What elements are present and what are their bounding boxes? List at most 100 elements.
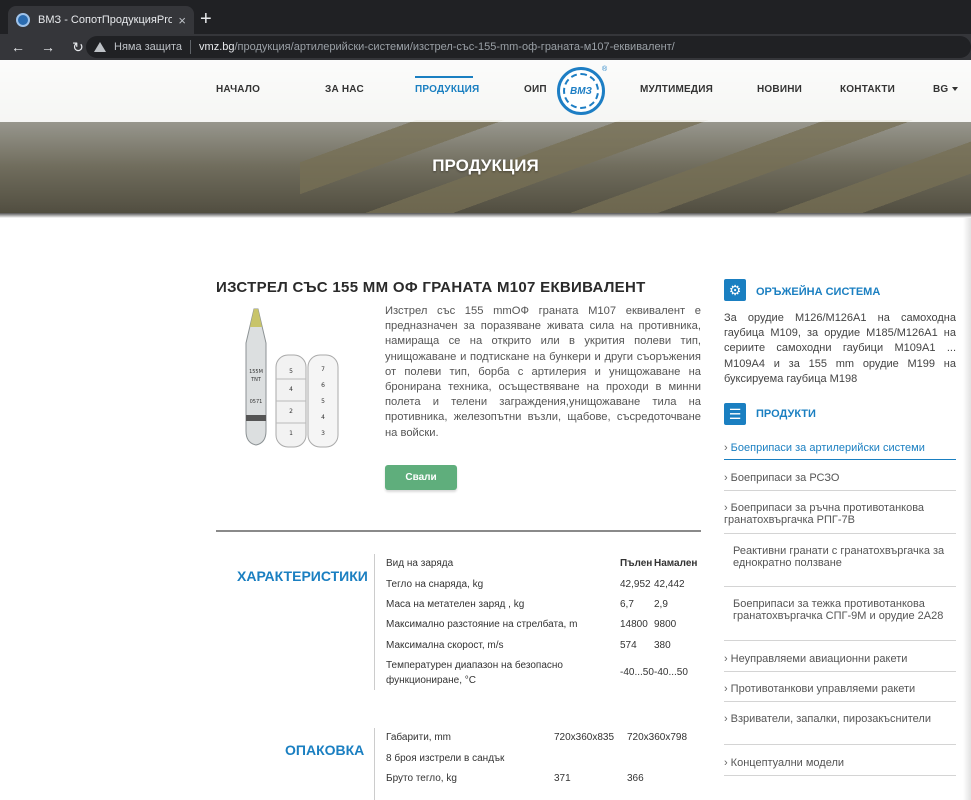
- pack-row-label: 8 броя изстрели в сандък: [386, 753, 505, 764]
- characteristics-title: ХАРАКТЕРИСТИКИ: [237, 568, 368, 584]
- svg-text:7: 7: [321, 366, 325, 373]
- url-host: vmz.bg: [199, 41, 235, 53]
- sidebar-divider: [724, 533, 956, 534]
- svg-text:5: 5: [321, 398, 325, 405]
- section-divider: [216, 530, 701, 532]
- pack-row-label: Бруто тегло, kg: [386, 773, 457, 784]
- char-row-label: Тегло на снаряда, kg: [386, 579, 484, 590]
- svg-text:3: 3: [321, 430, 325, 437]
- sidebar-divider: [724, 640, 956, 641]
- sidebar-item-unguided-rockets[interactable]: › Неуправляеми авиационни ракети: [724, 653, 956, 665]
- weapon-system-text: За орудие М126/М126А1 на самоходна гауби…: [724, 312, 956, 385]
- pack-row-label: Габарити, mm: [386, 732, 452, 743]
- sidebar-divider: [724, 459, 956, 460]
- char-row-value: -40...50: [654, 667, 688, 678]
- download-button[interactable]: Свали: [385, 465, 457, 490]
- sidebar-item-concept-models[interactable]: › Концептуални модели: [724, 757, 956, 769]
- browser-tab[interactable]: ВМЗ - СопотПродукцияProducts ×: [8, 6, 194, 34]
- product-title: ИЗСТРЕЛ СЪС 155 ММ ОФ ГРАНАТА М107 ЕКВИВ…: [216, 279, 646, 296]
- sidebar-item-fuzes[interactable]: › Взриватели, запалки, пирозакъснители: [724, 713, 956, 725]
- char-row-value: 380: [654, 640, 671, 651]
- nav-language-dropdown[interactable]: BG: [933, 84, 959, 95]
- characteristics-divider: [374, 554, 375, 690]
- nav-products[interactable]: ПРОДУКЦИЯ: [415, 84, 479, 95]
- char-row-value: 42,442: [654, 579, 685, 590]
- url-path: /продукция/артилерийски-системи/изстрел-…: [234, 41, 675, 53]
- hero-title: ПРОДУКЦИЯ: [432, 156, 539, 175]
- svg-text:4: 4: [321, 414, 325, 421]
- pack-row-value: 720x360x798: [627, 732, 688, 743]
- char-row-value: 9800: [654, 619, 677, 630]
- gears-icon: ⚙: [724, 279, 746, 301]
- nav-active-indicator: [415, 76, 473, 78]
- char-row-label: Максимална скорост, m/s: [386, 640, 504, 651]
- site-logo[interactable]: ВМЗ: [557, 67, 605, 115]
- pack-row-value: 371: [554, 773, 571, 784]
- logo-registered-mark: ®: [602, 66, 608, 73]
- tab-title: ВМЗ - СопотПродукцияProducts: [38, 14, 173, 26]
- char-row-label: Температурен диапазон на безопасно: [386, 660, 563, 671]
- sidebar-item-atgm[interactable]: › Противотанкови управляеми ракети: [724, 683, 956, 695]
- svg-text:6: 6: [321, 382, 325, 389]
- address-bar[interactable]: Няма защита vmz.bg /продукция/артилерийс…: [86, 36, 971, 58]
- forward-icon[interactable]: →: [36, 39, 60, 55]
- hero-shadow: [0, 213, 971, 218]
- nav-contacts[interactable]: КОНТАКТИ: [840, 84, 895, 95]
- svg-text:155M: 155M: [249, 369, 263, 375]
- nav-news[interactable]: НОВИНИ: [757, 84, 802, 95]
- pack-row-value: 366: [627, 773, 644, 784]
- list-icon: ☰: [724, 403, 746, 425]
- nav-multimedia[interactable]: МУЛТИМЕДИЯ: [640, 84, 713, 95]
- page-edge-shadow: [963, 218, 971, 800]
- svg-text:4: 4: [289, 386, 293, 393]
- svg-text:0571: 0571: [250, 399, 263, 405]
- new-tab-button[interactable]: +: [200, 8, 212, 30]
- sidebar-item-artillery[interactable]: › Боеприпаси за артилерийски системи: [724, 442, 956, 454]
- sidebar-divider: [724, 671, 956, 672]
- nav-about[interactable]: ЗА НАС: [325, 84, 364, 95]
- weapon-system-title: ОРЪЖЕЙНА СИСТЕМА: [756, 286, 881, 298]
- browser-tabstrip: ВМЗ - СопотПродукцияProducts × +: [0, 0, 971, 34]
- packing-divider: [374, 728, 375, 800]
- sidebar-divider: [724, 701, 956, 702]
- chevron-down-icon: [952, 87, 959, 92]
- language-label: BG: [933, 84, 949, 95]
- char-row-value: 6,7: [620, 599, 634, 610]
- site-favicon-icon: [16, 13, 30, 27]
- char-row-value: 42,952: [620, 579, 651, 590]
- sidebar-divider: [724, 586, 956, 587]
- product-description: Изстрел със 155 mmОФ граната М107 еквива…: [385, 305, 701, 439]
- char-row-value: Намален: [654, 558, 698, 569]
- products-title: ПРОДУКТИ: [756, 408, 816, 420]
- sidebar-item-disposable[interactable]: Реактивни гранати с гранатохвъргачка за …: [724, 545, 956, 569]
- char-row-value: 2,9: [654, 599, 668, 610]
- char-row-label: Максимално разстояние на стрелбата, m: [386, 619, 578, 630]
- sidebar-item-spg9[interactable]: Боеприпаси за тежка противотанкова грана…: [724, 598, 956, 622]
- pack-row-value: 720x360x835: [554, 732, 615, 743]
- address-separator: [190, 40, 192, 54]
- sidebar-divider: [724, 744, 956, 745]
- warning-icon[interactable]: [94, 42, 106, 52]
- site-navbar: НАЧАЛО ЗА НАС ПРОДУКЦИЯ ОИП ВМЗ ® МУЛТИМ…: [0, 60, 971, 122]
- sidebar-item-rpg7[interactable]: › Боеприпаси за ръчна противотанкова гран…: [724, 502, 956, 526]
- tab-close-icon[interactable]: ×: [178, 13, 186, 28]
- char-row-label: Вид на заряда: [386, 558, 454, 569]
- char-row-value: -40...50: [620, 667, 654, 678]
- char-row-value: 14800: [620, 619, 648, 630]
- char-row-value: 574: [620, 640, 637, 651]
- browser-toolbar: ← → ↻ Няма защита vmz.bg /продукция/арти…: [0, 34, 971, 60]
- sidebar-divider: [724, 490, 956, 491]
- char-row-label: функциониране, °C: [386, 675, 476, 686]
- hero-banner: НАЧАЛО ЗА НАС ПРОДУКЦИЯ ОИП ВМЗ ® МУЛТИМ…: [0, 60, 971, 213]
- logo-text: ВМЗ: [563, 73, 599, 109]
- sidebar-item-mlrs[interactable]: › Боеприпаси за РСЗО: [724, 472, 956, 484]
- back-icon[interactable]: ←: [6, 39, 30, 55]
- svg-text:1: 1: [289, 430, 293, 437]
- svg-text:TNT: TNT: [250, 377, 262, 383]
- nav-oip[interactable]: ОИП: [524, 84, 547, 95]
- sidebar-divider: [724, 775, 956, 776]
- char-row-label: Маса на метателен заряд , kg: [386, 599, 525, 610]
- nav-home[interactable]: НАЧАЛО: [216, 84, 260, 95]
- security-label[interactable]: Няма защита: [114, 41, 182, 53]
- svg-text:5: 5: [289, 368, 293, 375]
